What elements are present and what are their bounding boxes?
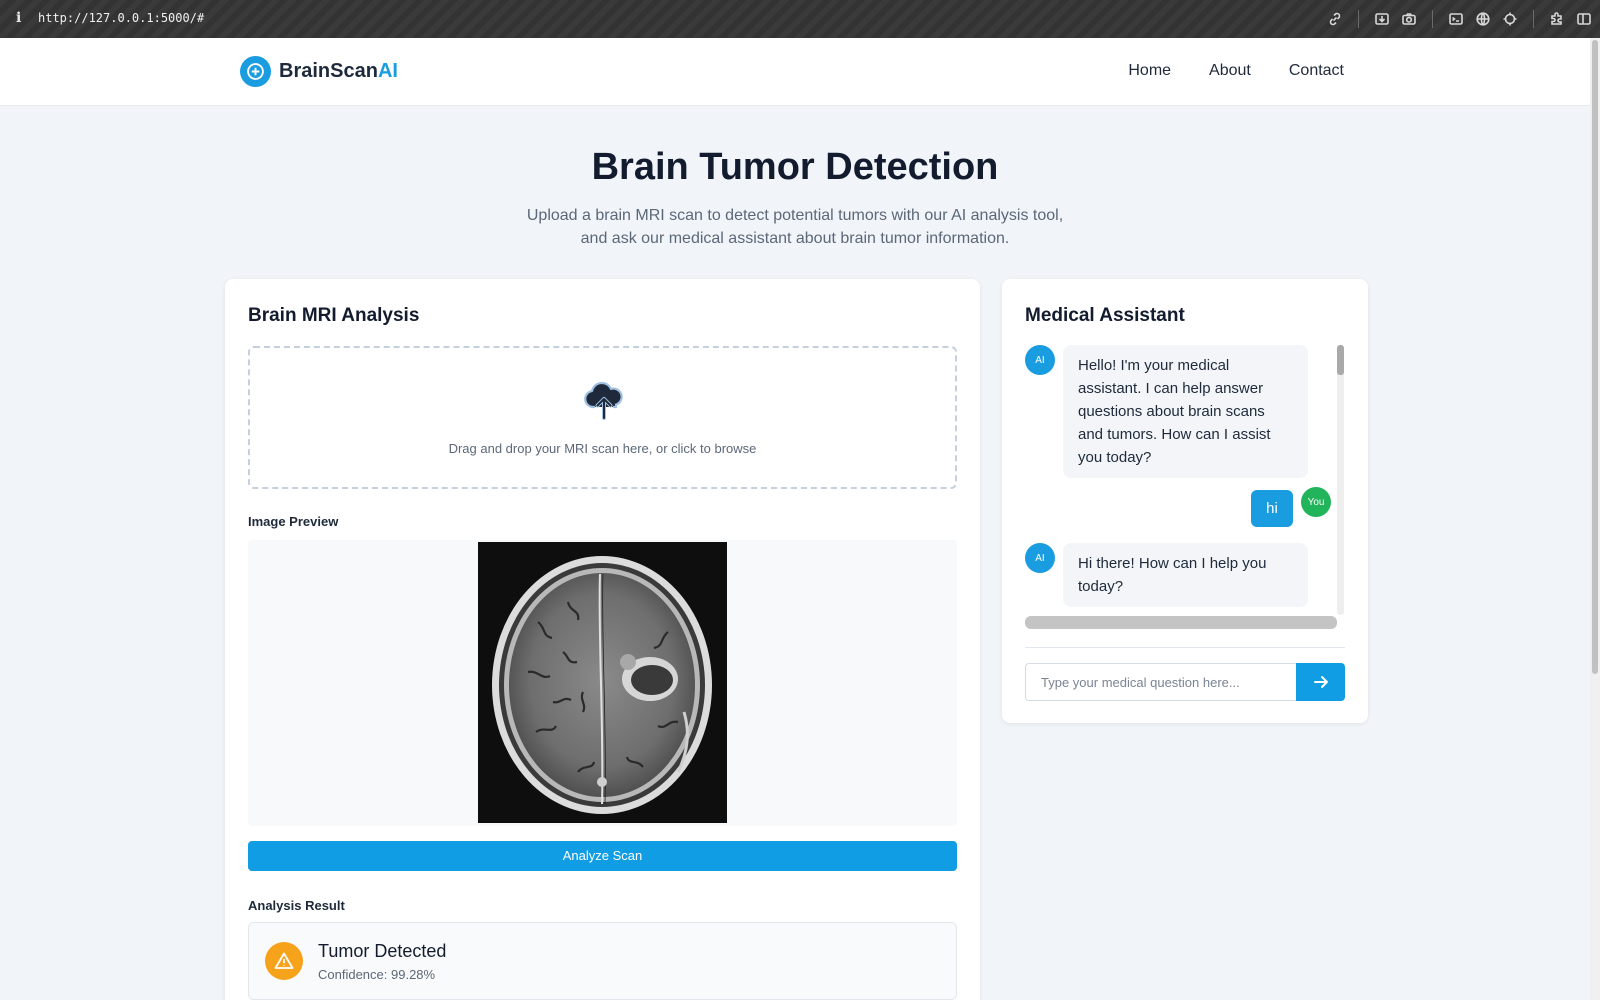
extension-icon[interactable] bbox=[1547, 9, 1567, 29]
brand-name: BrainScanAI bbox=[279, 60, 398, 83]
page-scrollbar-thumb[interactable] bbox=[1592, 40, 1598, 674]
nav-link-contact[interactable]: Contact bbox=[1289, 62, 1344, 80]
link-icon[interactable] bbox=[1325, 9, 1345, 29]
analysis-result-label: Analysis Result bbox=[248, 898, 345, 913]
user-avatar: You bbox=[1301, 487, 1331, 517]
download-icon[interactable] bbox=[1372, 9, 1392, 29]
toolbar-divider bbox=[1358, 10, 1359, 28]
analysis-card-title: Brain MRI Analysis bbox=[248, 305, 420, 326]
site-header: BrainScanAI Home About Contact bbox=[0, 38, 1590, 106]
result-confidence: Confidence: 99.28% bbox=[318, 967, 436, 982]
ai-avatar: AI bbox=[1025, 543, 1055, 573]
address-bar[interactable]: http://127.0.0.1:5000/# bbox=[38, 11, 204, 25]
chat-vertical-scrollbar[interactable] bbox=[1337, 345, 1344, 615]
page-subtitle-line: Upload a brain MRI scan to detect potent… bbox=[526, 207, 1064, 224]
chat-message-line: Hello! I'm your medical bbox=[1078, 357, 1230, 374]
brand-logo[interactable]: BrainScanAI bbox=[240, 56, 398, 87]
chat-message-line: questions about brain scans bbox=[1078, 403, 1265, 420]
mri-scan-image bbox=[478, 542, 727, 823]
toolbar-divider bbox=[1432, 10, 1433, 28]
warning-icon bbox=[265, 942, 303, 980]
browser-tools bbox=[1318, 9, 1594, 29]
camera-icon[interactable] bbox=[1399, 9, 1419, 29]
chat-message-line: Hi there! How can I help you bbox=[1078, 555, 1267, 572]
chat-message-line: assistant. I can help answer bbox=[1078, 380, 1264, 397]
analyze-scan-button[interactable]: Analyze Scan bbox=[248, 841, 957, 871]
page-subtitle-line: and ask our medical assistant about brai… bbox=[580, 230, 1010, 247]
info-icon[interactable]: i bbox=[16, 10, 21, 26]
analysis-result-panel: Tumor Detected Confidence: 99.28% bbox=[248, 922, 957, 1000]
chat-messages[interactable]: AI Hello! I'm your medical assistant. I … bbox=[1025, 345, 1345, 611]
chat-horizontal-scrollbar-thumb[interactable] bbox=[1025, 616, 1337, 629]
chat-question-input[interactable] bbox=[1025, 663, 1297, 701]
nav-link-home[interactable]: Home bbox=[1128, 62, 1171, 80]
main-nav: Home About Contact bbox=[1090, 62, 1344, 80]
medical-plus-icon bbox=[240, 56, 271, 87]
chat-message-ai: Hello! I'm your medical assistant. I can… bbox=[1063, 345, 1308, 478]
ai-avatar: AI bbox=[1025, 345, 1055, 375]
send-message-button[interactable] bbox=[1296, 663, 1345, 701]
result-status: Tumor Detected bbox=[318, 941, 447, 961]
arrow-right-icon bbox=[1313, 676, 1328, 688]
toolbar-divider bbox=[1533, 10, 1534, 28]
chat-vertical-scrollbar-thumb[interactable] bbox=[1337, 345, 1344, 375]
browser-toolbar: i http://127.0.0.1:5000/# bbox=[0, 0, 1600, 38]
chat-message-line: and tumors. How can I assist bbox=[1078, 426, 1271, 443]
chat-card-title: Medical Assistant bbox=[1025, 305, 1185, 326]
page-title: Brain Tumor Detection bbox=[591, 146, 999, 188]
chat-message-line: today? bbox=[1078, 578, 1124, 595]
nav-link-about[interactable]: About bbox=[1209, 62, 1251, 80]
chat-divider bbox=[1025, 647, 1345, 648]
brand-name-accent: AI bbox=[377, 60, 398, 82]
page-subtitle: Upload a brain MRI scan to detect potent… bbox=[0, 204, 1590, 250]
image-preview-label: Image Preview bbox=[248, 514, 339, 529]
mri-analysis-card: Brain MRI Analysis Drag and drop your MR… bbox=[225, 279, 980, 1000]
image-preview-panel bbox=[248, 540, 957, 826]
chat-message-user: hi bbox=[1251, 490, 1293, 527]
chat-message-ai: Hi there! How can I help you today? bbox=[1063, 543, 1308, 607]
brand-name-main: BrainScan bbox=[279, 60, 378, 82]
medical-assistant-card: Medical Assistant AI Hello! I'm your med… bbox=[1002, 279, 1368, 723]
page-scrollbar[interactable] bbox=[1590, 38, 1600, 1000]
dropzone-instructions: Drag and drop your MRI scan here, or cli… bbox=[448, 441, 757, 456]
globe-icon[interactable] bbox=[1473, 9, 1493, 29]
sidebar-icon[interactable] bbox=[1574, 9, 1594, 29]
chat-message-line: you today? bbox=[1078, 449, 1152, 466]
cloud-upload-icon bbox=[584, 381, 623, 420]
crosshair-icon[interactable] bbox=[1500, 9, 1520, 29]
file-dropzone[interactable]: Drag and drop your MRI scan here, or cli… bbox=[248, 346, 957, 489]
chat-horizontal-scrollbar[interactable] bbox=[1025, 616, 1337, 629]
terminal-icon[interactable] bbox=[1446, 9, 1466, 29]
